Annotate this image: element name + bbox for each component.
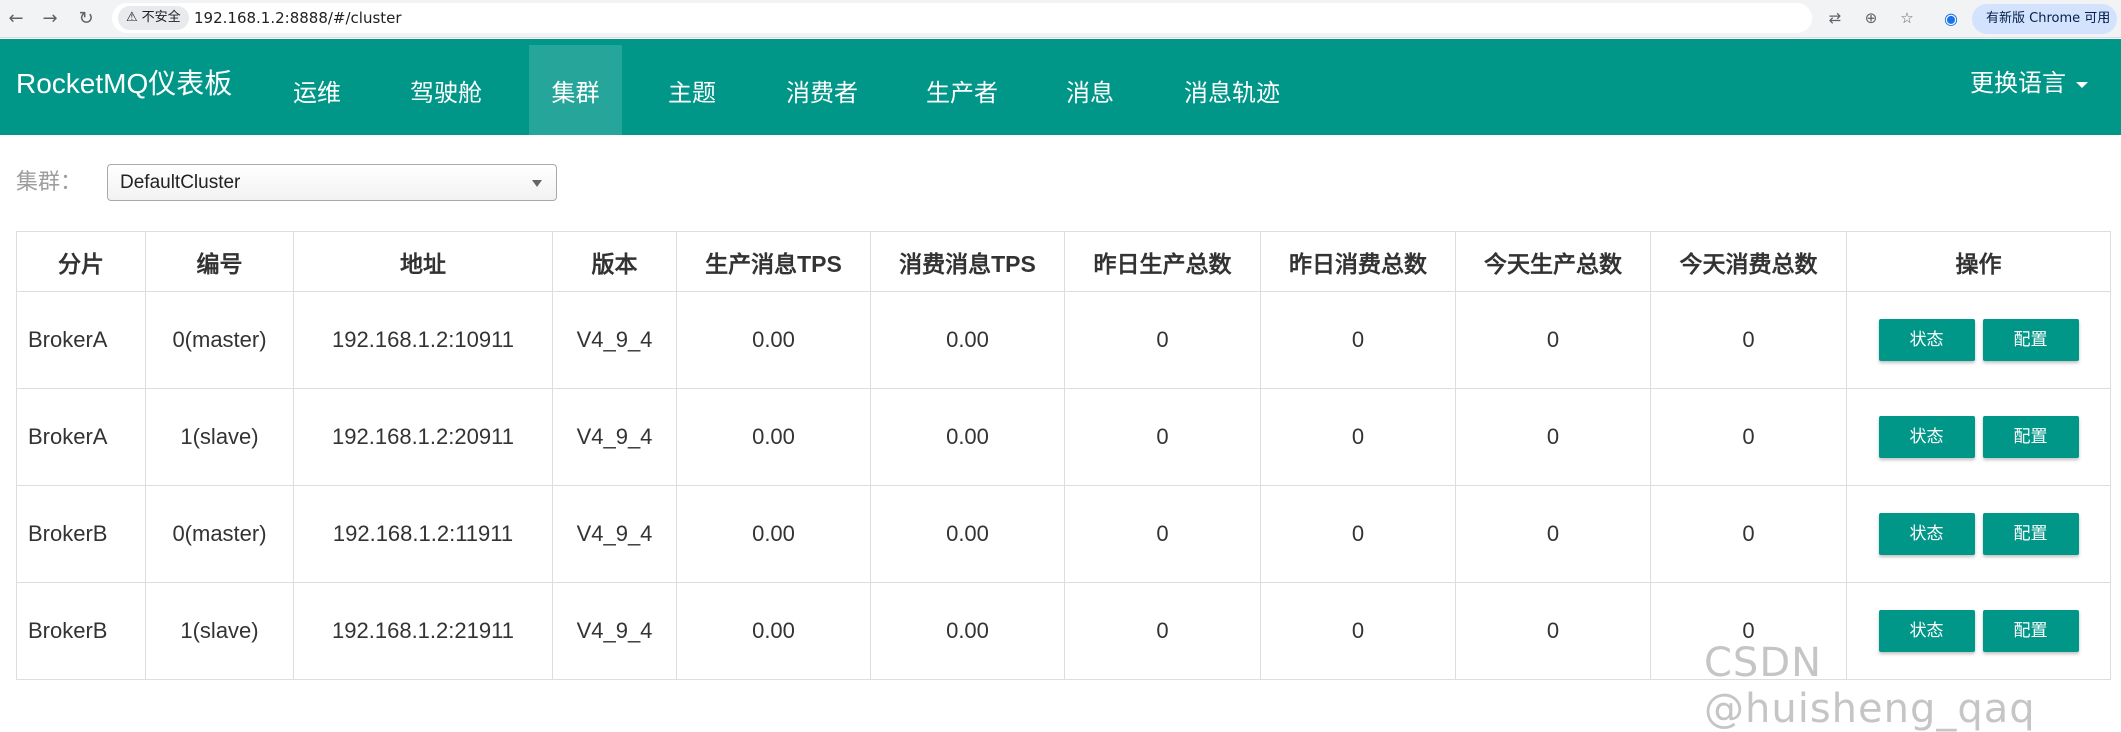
caret-down-icon: [2076, 81, 2088, 88]
table-row: BrokerA 0(master) 192.168.1.2:10911 V4_9…: [16, 291, 2111, 389]
cell-version: V4_9_4: [552, 291, 677, 389]
cell-operations: 状态 配置: [1846, 485, 2111, 583]
status-button[interactable]: 状态: [1878, 513, 1975, 555]
table-header-row: 分片 编号 地址 版本 生产消息TPS 消费消息TPS 昨日生产总数 昨日消费总…: [16, 231, 2111, 292]
cell-address: 192.168.1.2:20911: [293, 388, 553, 486]
cell-today-consume: 0: [1650, 291, 1847, 389]
watermark: CSDN @huisheng_qaq: [1704, 640, 2036, 732]
cell-produce-tps: 0.00: [676, 291, 871, 389]
nav-item-topic[interactable]: 主题: [650, 45, 734, 135]
chrome-update-button[interactable]: 有新版 Chrome 可用 ⋮: [1972, 4, 2117, 34]
forward-icon[interactable]: →: [38, 6, 62, 30]
cell-shard: BrokerA: [16, 291, 146, 389]
cell-id: 0(master): [145, 291, 294, 389]
cell-today-produce: 0: [1455, 388, 1651, 486]
header-id: 编号: [145, 231, 294, 292]
cell-version: V4_9_4: [552, 388, 677, 486]
cell-today-consume: 0: [1650, 485, 1847, 583]
cell-today-produce: 0: [1455, 485, 1651, 583]
cell-id: 1(slave): [145, 388, 294, 486]
cluster-selected-value: DefaultCluster: [120, 172, 241, 193]
update-label: 有新版 Chrome 可用: [1986, 11, 2111, 26]
security-indicator[interactable]: ⚠ 不安全: [118, 6, 189, 30]
cell-version: V4_9_4: [552, 582, 677, 680]
cell-produce-tps: 0.00: [676, 582, 871, 680]
bookmark-star-icon[interactable]: ☆: [1896, 7, 1918, 29]
cell-today-consume: 0: [1650, 388, 1847, 486]
header-operations: 操作: [1846, 231, 2111, 292]
nav-item-message-trace[interactable]: 消息轨迹: [1172, 45, 1292, 135]
table-row: BrokerA 1(slave) 192.168.1.2:20911 V4_9_…: [16, 388, 2111, 486]
cell-shard: BrokerB: [16, 485, 146, 583]
header-shard: 分片: [16, 231, 146, 292]
broker-table: 分片 编号 地址 版本 生产消息TPS 消费消息TPS 昨日生产总数 昨日消费总…: [16, 231, 2111, 680]
cluster-select[interactable]: DefaultCluster: [107, 164, 557, 201]
cell-consume-tps: 0.00: [870, 388, 1065, 486]
cell-yesterday-produce: 0: [1064, 582, 1261, 680]
header-today-produce: 今天生产总数: [1455, 231, 1651, 292]
cell-shard: BrokerB: [16, 582, 146, 680]
nav-item-producer[interactable]: 生产者: [912, 45, 1012, 135]
address-bar[interactable]: ⚠ 不安全 192.168.1.2:8888/#/cluster ⇄ ⊕ ☆: [112, 3, 1914, 33]
header-consume-tps: 消费消息TPS: [870, 231, 1065, 292]
config-button[interactable]: 配置: [1982, 319, 2079, 361]
more-menu-icon[interactable]: ⋮: [2098, 4, 2111, 34]
cell-id: 0(master): [145, 485, 294, 583]
cell-consume-tps: 0.00: [870, 291, 1065, 389]
header-yesterday-produce: 昨日生产总数: [1064, 231, 1261, 292]
cell-yesterday-consume: 0: [1260, 388, 1456, 486]
browser-toolbar: ← → ↻ ⚠ 不安全 192.168.1.2:8888/#/cluster ⇄…: [0, 0, 2121, 38]
cell-yesterday-produce: 0: [1064, 291, 1261, 389]
header-produce-tps: 生产消息TPS: [676, 231, 871, 292]
header-yesterday-consume: 昨日消费总数: [1260, 231, 1456, 292]
nav-item-consumer[interactable]: 消费者: [772, 45, 872, 135]
warning-icon: ⚠: [126, 10, 138, 25]
translate-icon[interactable]: ⇄: [1824, 7, 1846, 29]
cell-today-produce: 0: [1455, 291, 1651, 389]
cell-address: 192.168.1.2:21911: [293, 582, 553, 680]
cell-consume-tps: 0.00: [870, 582, 1065, 680]
url-text[interactable]: 192.168.1.2:8888/#/cluster: [194, 3, 402, 33]
cell-operations: 状态 配置: [1846, 388, 2111, 486]
cell-id: 1(slave): [145, 582, 294, 680]
security-label: 不安全: [141, 10, 181, 25]
cell-yesterday-consume: 0: [1260, 291, 1456, 389]
cell-shard: BrokerA: [16, 388, 146, 486]
cell-produce-tps: 0.00: [676, 388, 871, 486]
cell-yesterday-produce: 0: [1064, 485, 1261, 583]
cell-address: 192.168.1.2:10911: [293, 291, 553, 389]
status-button[interactable]: 状态: [1878, 319, 1975, 361]
brand-title[interactable]: RocketMQ仪表板: [16, 39, 232, 129]
cell-produce-tps: 0.00: [676, 485, 871, 583]
zoom-icon[interactable]: ⊕: [1860, 7, 1882, 29]
nav-item-message[interactable]: 消息: [1050, 45, 1130, 135]
cell-operations: 状态 配置: [1846, 291, 2111, 389]
table-row: BrokerB 0(master) 192.168.1.2:11911 V4_9…: [16, 485, 2111, 583]
cell-yesterday-produce: 0: [1064, 388, 1261, 486]
cell-yesterday-consume: 0: [1260, 485, 1456, 583]
nav-item-dashboard[interactable]: 驾驶舱: [400, 45, 492, 135]
cell-today-produce: 0: [1455, 582, 1651, 680]
cell-yesterday-consume: 0: [1260, 582, 1456, 680]
config-button[interactable]: 配置: [1982, 513, 2079, 555]
back-icon[interactable]: ←: [4, 6, 28, 30]
header-address: 地址: [293, 231, 553, 292]
config-button[interactable]: 配置: [1982, 416, 2079, 458]
header-today-consume: 今天消费总数: [1650, 231, 1847, 292]
nav-item-cluster[interactable]: 集群: [529, 45, 622, 135]
app-navbar: RocketMQ仪表板 运维 驾驶舱 集群 主题 消费者 生产者 消息 消息轨迹…: [0, 39, 2121, 135]
dropdown-arrow-icon: [532, 180, 542, 187]
language-label: 更换语言: [1970, 70, 2066, 97]
status-button[interactable]: 状态: [1878, 416, 1975, 458]
cluster-label: 集群：: [16, 169, 83, 194]
reload-icon[interactable]: ↻: [74, 6, 98, 30]
cell-version: V4_9_4: [552, 485, 677, 583]
cell-consume-tps: 0.00: [870, 485, 1065, 583]
nav-item-ops[interactable]: 运维: [276, 45, 358, 135]
header-version: 版本: [552, 231, 677, 292]
language-dropdown[interactable]: 更换语言: [1970, 39, 2088, 129]
cell-address: 192.168.1.2:11911: [293, 485, 553, 583]
profile-icon[interactable]: ◉: [1940, 7, 1962, 29]
